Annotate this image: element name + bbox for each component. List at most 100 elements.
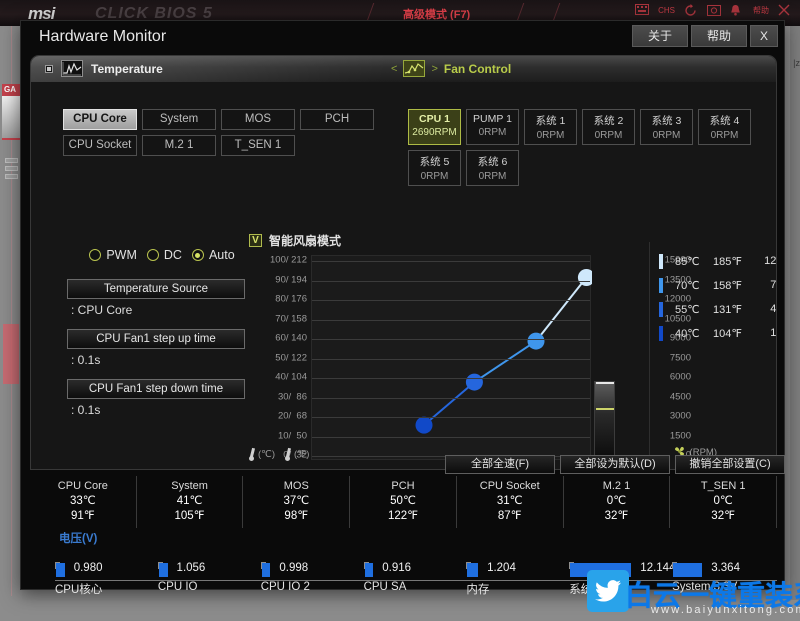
voltage-gauge (56, 563, 65, 577)
line-graph-icon (61, 60, 83, 77)
sensor-fahrenheit: 32℉ (670, 508, 776, 522)
help-button[interactable]: 帮助 (691, 25, 747, 47)
all-full-speed-button[interactable]: 全部全速(F) (445, 455, 555, 474)
fan-tab-name: CPU 1 (409, 113, 460, 125)
tab-pch[interactable]: PCH (300, 109, 374, 130)
fan-graph-icon (403, 60, 425, 77)
fan-tab-rpm: 0RPM (467, 171, 518, 182)
window-button-group: 关于 帮助 X (632, 25, 778, 47)
window-titlebar: Hardware Monitor 关于 帮助 X (21, 21, 784, 55)
about-button[interactable]: 关于 (632, 25, 688, 47)
tab-system[interactable]: System (142, 109, 216, 130)
legend-swatch (659, 326, 663, 341)
screenshot-icon[interactable] (707, 4, 721, 17)
fan-tab-name: 系统 3 (641, 113, 692, 128)
curve-segment (474, 341, 536, 382)
fan-tab-sys4[interactable]: 系统 4 0RPM (698, 109, 751, 145)
voltage-gauge (570, 563, 631, 577)
radio-auto[interactable]: Auto (192, 248, 235, 262)
step-up-time-button[interactable]: CPU Fan1 step up time (67, 329, 245, 349)
close-bios-icon[interactable] (778, 4, 792, 17)
voltage-label: CPU核心 (55, 581, 102, 597)
sensor-celsius: 41℃ (137, 493, 243, 507)
refresh-icon[interactable] (684, 4, 698, 17)
curve-segment (536, 278, 586, 342)
legend-voltage: 1.56V (755, 327, 777, 339)
fan-mode-radio-group: PWM DC Auto (67, 248, 257, 262)
sensor-fahrenheit: 105℉ (137, 508, 243, 522)
legend-celsius: 85℃ (675, 255, 713, 268)
help-shortcut-label[interactable]: 帮助 (753, 5, 769, 16)
fan-tab-cpu1[interactable]: CPU 1 2690RPM (408, 109, 461, 145)
sensor-celsius: 37℃ (243, 493, 349, 507)
revert-all-button[interactable]: 撤销全部设置(C) (675, 455, 785, 474)
gridline (312, 359, 590, 360)
sensor-name: M.2 1 (564, 480, 670, 492)
voltage-gauge (673, 563, 702, 577)
next-arrow-icon[interactable]: > (431, 63, 437, 75)
legend-fahrenheit: 158℉ (713, 279, 755, 292)
voltage-gauge (365, 563, 374, 577)
voltage-gauge (262, 563, 271, 577)
voltage-label: CPU IO 2 (261, 581, 310, 593)
curve-legend: 85℃ 185℉ 12.00V 70℃ 158℉ 7.56V 55℃ 131℉ … (659, 249, 777, 345)
radio-pwm[interactable]: PWM (89, 248, 137, 262)
radio-dc[interactable]: DC (147, 248, 182, 262)
fan-tab-name: 系统 5 (409, 154, 460, 169)
legend-row: 55℃ 131℉ 4.56V (659, 297, 777, 321)
tab-mos[interactable]: MOS (221, 109, 295, 130)
sensor-fahrenheit: 87℉ (457, 508, 563, 522)
tab-tsen-1[interactable]: T_SEN 1 (221, 135, 295, 156)
gridline (312, 320, 590, 321)
sensor-cell: MOS37℃98℉ (243, 476, 350, 528)
all-default-button[interactable]: 全部设为默认(D) (560, 455, 670, 474)
fan-tab-sys5[interactable]: 系统 5 0RPM (408, 150, 461, 186)
legend-row: 85℃ 185℉ 12.00V (659, 249, 777, 273)
plot-area[interactable] (311, 255, 591, 460)
voltage-label: 系统 12V (569, 581, 616, 597)
fan-tab-pump1[interactable]: PUMP 1 0RPM (466, 109, 519, 145)
fan-tab-name: 系统 2 (583, 113, 634, 128)
keyboard-icon[interactable] (635, 4, 649, 17)
voltage-bar-group: 0.980CPU核心1.056CPU IO0.998CPU IO 20.916C… (55, 562, 775, 600)
temperature-checkbox-icon[interactable] (45, 65, 53, 73)
voltage-cell: 3.364System 3.3V (672, 562, 775, 600)
bios-right-edge (790, 26, 800, 600)
temperature-section-header: Temperature (45, 60, 163, 77)
smart-fan-mode-row[interactable]: V 智能风扇模式 (249, 232, 769, 249)
tab-m2-1[interactable]: M.2 1 (142, 135, 216, 156)
temperature-source-button[interactable]: Temperature Source (67, 279, 245, 299)
close-button[interactable]: X (750, 25, 778, 47)
sensor-name: CPU Core (30, 480, 136, 492)
tab-cpu-core[interactable]: CPU Core (63, 109, 137, 130)
legend-celsius: 55℃ (675, 303, 713, 316)
fan-tab-sys3[interactable]: 系统 3 0RPM (640, 109, 693, 145)
fan-tab-sys1[interactable]: 系统 1 0RPM (524, 109, 577, 145)
smart-fan-mode-checkbox[interactable]: V (249, 234, 262, 247)
curve-point-1[interactable] (416, 417, 433, 434)
prev-arrow-icon[interactable]: < (391, 63, 397, 75)
fan-tab-sys6[interactable]: 系统 6 0RPM (466, 150, 519, 186)
fan-tab-rpm: 0RPM (525, 130, 576, 141)
radio-dc-label: DC (164, 248, 182, 262)
curve-point-3[interactable] (528, 333, 545, 350)
sensor-name: System (137, 480, 243, 492)
step-down-time-button[interactable]: CPU Fan1 step down time (67, 379, 245, 399)
sensor-celsius: 50℃ (350, 493, 456, 507)
y-axis-tick-temperature: 40/ 104 (275, 372, 307, 383)
fan-tab-rpm: 2690RPM (409, 127, 460, 138)
gridline (312, 300, 590, 301)
unit-celsius-label: (℃) (258, 449, 275, 460)
sensor-name: PCH (350, 480, 456, 492)
legend-row: 70℃ 158℉ 7.56V (659, 273, 777, 297)
curve-point-4[interactable] (578, 269, 592, 286)
legend-voltage: 7.56V (755, 279, 777, 291)
y-axis-tick-temperature: 100/ 212 (270, 255, 307, 266)
gridline (312, 398, 590, 399)
curve-point-2[interactable] (466, 374, 483, 391)
sensor-fahrenheit: 98℉ (243, 508, 349, 522)
gridline (312, 339, 590, 340)
fan-tab-sys2[interactable]: 系统 2 0RPM (582, 109, 635, 145)
bell-icon[interactable] (730, 4, 744, 17)
tab-cpu-socket[interactable]: CPU Socket (63, 135, 137, 156)
